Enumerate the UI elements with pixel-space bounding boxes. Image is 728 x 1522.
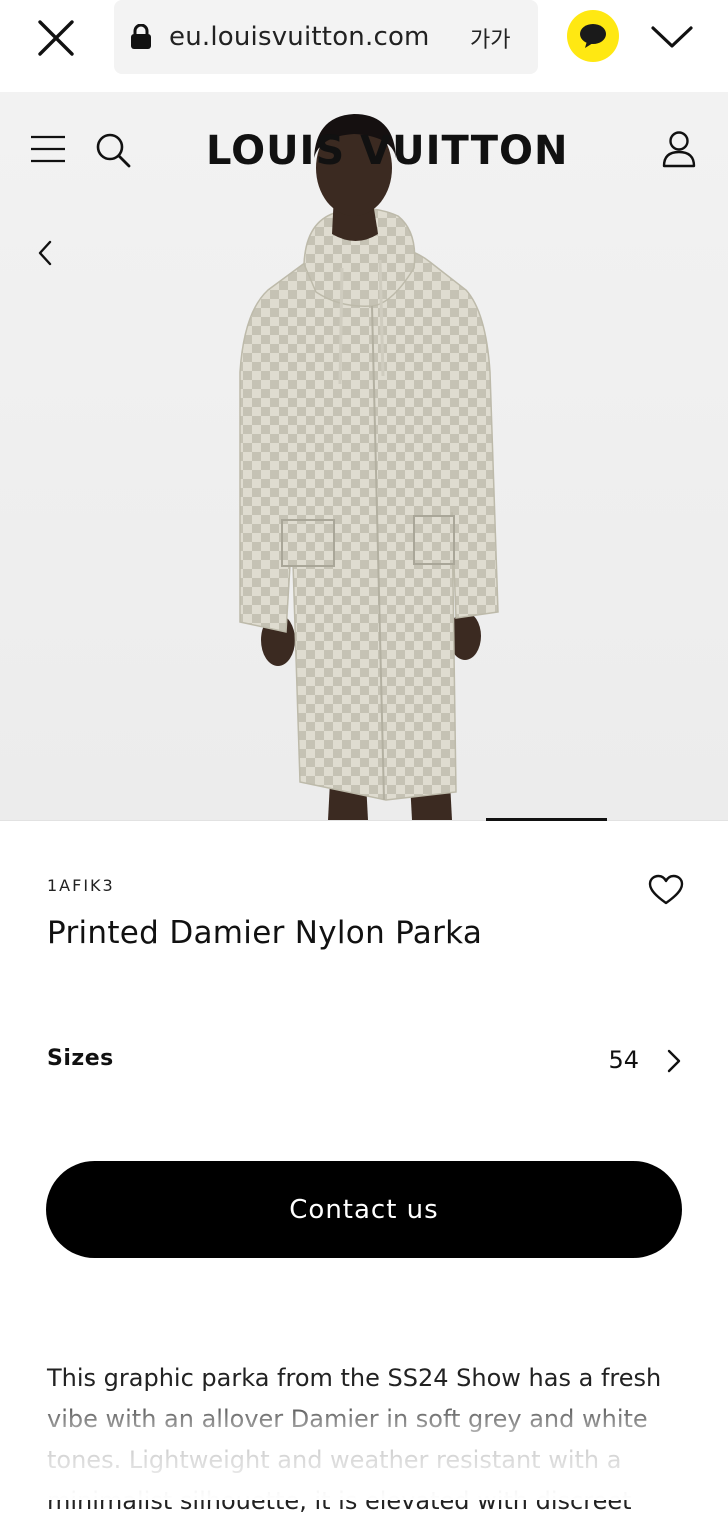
expand-toolbar-button[interactable] (650, 20, 694, 54)
product-image (0, 92, 728, 820)
kakao-chat-icon (580, 24, 606, 48)
product-gallery[interactable]: LOUIS VUITTON (0, 92, 728, 820)
size-selector[interactable]: Sizes 54 (47, 1034, 687, 1086)
product-name: Printed Damier Nylon Parka (47, 915, 483, 951)
kakao-chat-button[interactable] (567, 10, 619, 62)
close-icon (38, 20, 74, 56)
menu-icon[interactable] (30, 134, 66, 164)
chevron-down-icon (651, 26, 693, 48)
gallery-divider (0, 820, 728, 821)
heart-outline-icon[interactable] (648, 874, 684, 906)
contact-us-button[interactable]: Contact us (46, 1161, 682, 1258)
close-tab-button[interactable] (34, 18, 78, 58)
account-icon[interactable] (661, 130, 697, 168)
search-icon[interactable] (95, 132, 131, 168)
gallery-slide-indicator (486, 818, 607, 821)
lock-icon (131, 24, 151, 49)
browser-toolbar: eu.louisvuitton.com 가가 (0, 0, 728, 92)
url-text: eu.louisvuitton.com (169, 22, 430, 52)
address-bar[interactable]: eu.louisvuitton.com 가가 (114, 0, 538, 74)
brand-logo[interactable]: LOUIS VUITTON (206, 128, 568, 174)
selected-size: 54 (608, 1046, 639, 1074)
product-description: This graphic parka from the SS24 Show ha… (47, 1364, 662, 1515)
product-sku: 1AFIK3 (47, 876, 115, 895)
chevron-right-icon (667, 1049, 681, 1073)
text-size-button[interactable]: 가가 (470, 22, 510, 54)
back-chevron-icon[interactable] (34, 238, 56, 268)
sizes-label: Sizes (47, 1046, 114, 1071)
